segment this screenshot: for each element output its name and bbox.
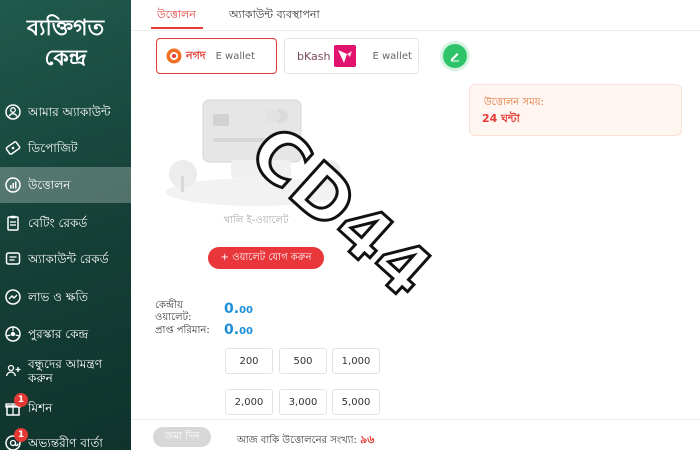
bkash-name: bKash [297, 49, 331, 63]
remaining-withdrawals-label: আজ বাকি উত্তোলনের সংখ্যা: [237, 435, 357, 446]
sidebar-item-label: লাভ ও ক্ষতি [28, 290, 88, 304]
sidebar-item-profit-loss[interactable]: লাভ ও ক্ষতি [0, 279, 131, 315]
messages-icon: 1 [4, 428, 28, 450]
amount-option-button[interactable]: 200 [225, 348, 273, 374]
edit-icon [451, 53, 459, 62]
sidebar-item-invite-friends[interactable]: বন্ধুদের আমন্ত্রণ করুন [0, 353, 131, 389]
received-amount-int: 0. [224, 322, 240, 338]
amount-option-button[interactable]: 3,000 [279, 389, 327, 415]
withdraw-icon [4, 176, 22, 194]
reward-center-icon [4, 325, 22, 343]
nagad-type: E wallet [215, 50, 255, 62]
mission-badge: 1 [14, 393, 28, 407]
tab-withdraw[interactable]: উত্তোলন [157, 6, 196, 25]
mission-icon: 1 [4, 393, 28, 417]
sidebar-item-mission[interactable]: 1 মিশন [0, 390, 131, 426]
sidebar-item-label: ডিপোজিট [28, 141, 78, 155]
sidebar-item-label-line2: করুন [28, 371, 53, 385]
sidebar-item-label: অ্যাকাউন্ট রেকর্ড [28, 252, 109, 266]
sidebar-item-label: মিশন [28, 401, 53, 415]
central-wallet-label-line2: ওয়ালেট: [155, 312, 192, 323]
received-amount-dec: 00 [239, 326, 253, 337]
add-wallet-button[interactable]: + ওয়ালেট যোগ করুন [208, 247, 324, 269]
sidebar-item-deposit[interactable]: ডিপোজিট [0, 130, 131, 166]
sidebar-item-betting-record[interactable]: বেটিং রেকর্ড [0, 205, 131, 241]
sidebar-title-line1: ব্যক্তিগত [26, 16, 105, 41]
remaining-withdrawals-count: ৯৬ [360, 433, 375, 446]
sidebar-item-withdraw[interactable]: উত্তোলন [0, 167, 131, 203]
sidebar-item-reward-center[interactable]: পুরস্কার কেন্দ্র [0, 316, 131, 352]
withdraw-time-value: 24 ঘন্টা [482, 112, 520, 125]
wallet-card-nagad[interactable]: নগদ E wallet [156, 38, 277, 74]
wallet-card-bkash[interactable]: bKash E wallet [284, 38, 419, 74]
sidebar-item-messages[interactable]: 1 অভ্যন্তরীণ বার্তা [0, 425, 131, 450]
account-icon [4, 103, 22, 121]
bkash-type: E wallet [372, 50, 412, 62]
tab-account-management[interactable]: অ্যাকাউন্ট ব্যবস্থাপনা [229, 6, 320, 25]
central-wallet-balance-int: 0. [224, 301, 240, 317]
nagad-icon [166, 48, 182, 64]
sidebar-item-label: বন্ধুদের আমন্ত্রণ করুন [28, 357, 102, 385]
betting-record-icon [4, 214, 22, 232]
central-wallet-label: কেন্দ্রীয় ওয়ালেট: [155, 300, 191, 324]
nagad-logo: নগদ [165, 47, 206, 66]
tab-bar: উত্তোলন অ্যাকাউন্ট ব্যবস্থাপনা [131, 0, 700, 31]
footer-bar: জমা দিন আজ বাকি উত্তোলনের সংখ্যা: ৯৬ [131, 419, 700, 451]
messages-badge: 1 [14, 428, 28, 442]
sidebar-title-line2: কেন্দ্র [44, 46, 87, 71]
active-tab-indicator [151, 27, 203, 29]
central-wallet-balance: 0.00 [224, 301, 253, 317]
deposit-icon [4, 139, 22, 157]
sidebar-item-label: বেটিং রেকর্ড [28, 216, 88, 230]
sidebar-item-label: আমার অ্যাকাউন্ট [28, 105, 111, 119]
sidebar-item-my-account[interactable]: আমার অ্যাকাউন্ট [0, 94, 131, 130]
withdraw-time-box: উত্তোলন সময়: 24 ঘন্টা [469, 84, 682, 136]
amount-option-button[interactable]: 2,000 [225, 389, 273, 415]
profit-loss-icon [4, 288, 22, 306]
amount-option-button[interactable]: 500 [279, 348, 327, 374]
submit-button[interactable]: জমা দিন [153, 427, 211, 447]
received-amount-label: প্রাপ্ত পরিমান: [155, 325, 210, 336]
bkash-bird-icon [334, 45, 357, 67]
sidebar-item-label: পুরস্কার কেন্দ্র [28, 327, 89, 341]
main-content: উত্তোলন অ্যাকাউন্ট ব্যবস্থাপনা নগদ E wal… [131, 0, 700, 451]
remaining-withdrawals: আজ বাকি উত্তোলনের সংখ্যা: ৯৬ [237, 431, 374, 450]
amount-option-button[interactable]: 1,000 [332, 348, 380, 374]
sidebar-item-label-line1: বন্ধুদের আমন্ত্রণ [28, 357, 102, 371]
sidebar-item-label: উত্তোলন [28, 178, 71, 192]
central-wallet-balance-dec: 00 [239, 305, 253, 316]
sidebar-item-account-record[interactable]: অ্যাকাউন্ট রেকর্ড [0, 241, 131, 277]
amount-option-button[interactable]: 5,000 [332, 389, 380, 415]
nagad-name: নগদ [186, 48, 206, 62]
sidebar-title: ব্যক্তিগত কেন্দ্র [0, 14, 131, 74]
edit-wallet-button[interactable] [443, 44, 467, 68]
account-record-icon [4, 250, 22, 268]
received-amount-value: 0.00 [224, 322, 253, 338]
sidebar-item-label: অভ্যন্তরীণ বার্তা [28, 436, 103, 450]
central-wallet-label-line1: কেন্দ্রীয় [155, 300, 183, 311]
invite-friends-icon [4, 362, 22, 380]
sidebar: ব্যক্তিগত কেন্দ্র আমার অ্যাকাউন্ট ডিপোজি… [0, 0, 131, 450]
